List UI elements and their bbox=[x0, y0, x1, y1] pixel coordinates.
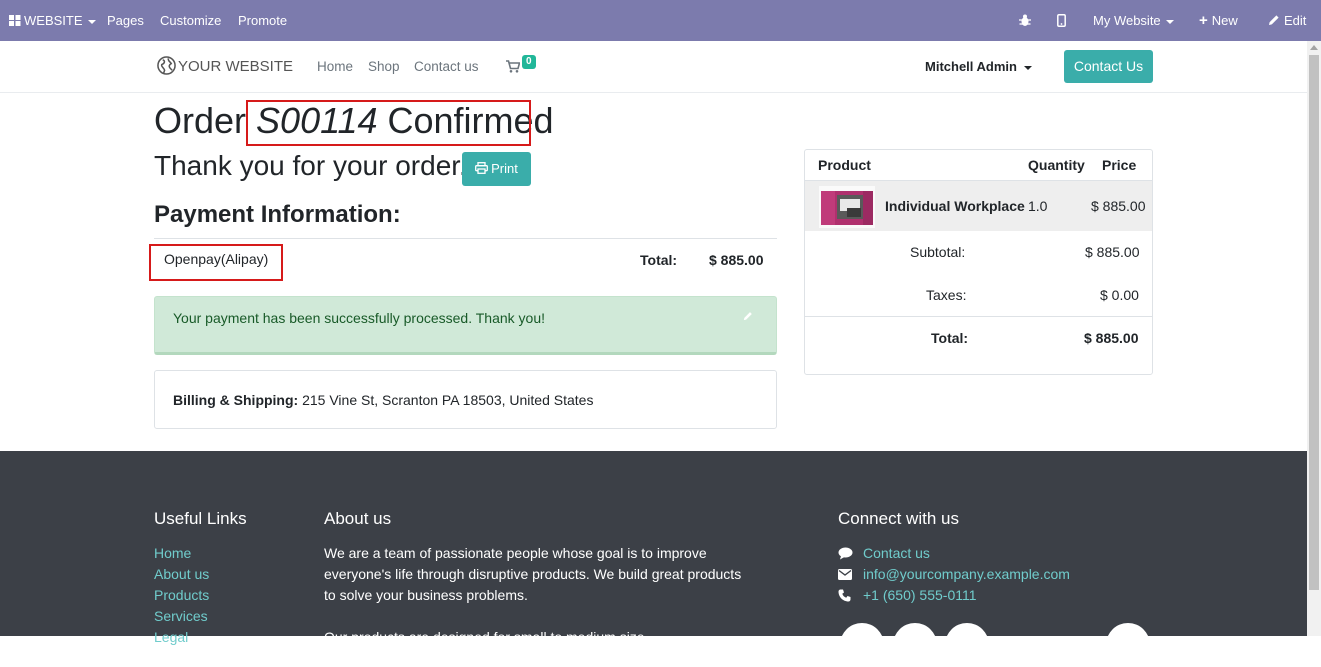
website-switcher[interactable]: My Website bbox=[1093, 0, 1174, 41]
chevron-down-icon bbox=[1165, 19, 1174, 24]
menu-pages[interactable]: Pages bbox=[107, 0, 144, 41]
website-switcher-label: My Website bbox=[1093, 13, 1161, 28]
envelope-icon bbox=[838, 564, 854, 585]
product-name[interactable]: Individual Workplace bbox=[885, 197, 1025, 215]
product-quantity: 1.0 bbox=[1028, 198, 1048, 214]
billing-shipping-text: Billing & Shipping: 215 Vine St, Scranto… bbox=[173, 390, 593, 410]
billing-shipping-address: 215 Vine St, Scranton PA 18503, United S… bbox=[302, 392, 594, 408]
column-header-product: Product bbox=[818, 157, 871, 173]
taxes-value: $ 0.00 bbox=[1100, 287, 1139, 303]
social-facebook-icon[interactable] bbox=[840, 623, 884, 667]
payment-total-value: $ 885.00 bbox=[709, 252, 764, 268]
about-us-text: We are a team of passionate people whose… bbox=[324, 545, 742, 603]
globe-icon bbox=[157, 56, 176, 75]
highlight-box-order-number bbox=[246, 100, 531, 146]
footer: Useful Links Home About us Products Serv… bbox=[0, 451, 1307, 667]
order-summary-card: Product Quantity Price Individual Workpl… bbox=[804, 149, 1153, 375]
footer-contact-link[interactable]: Contact us bbox=[863, 543, 930, 564]
new-button-label: New bbox=[1211, 13, 1238, 28]
logo-text: YOUR WEBSITE bbox=[178, 58, 294, 75]
menu-customize[interactable]: Customize bbox=[160, 0, 221, 41]
pencil-icon[interactable] bbox=[743, 311, 753, 321]
apps-menu-button[interactable]: WEBSITE bbox=[9, 0, 96, 41]
footer-link-services[interactable]: Services bbox=[154, 606, 208, 627]
print-icon bbox=[475, 162, 489, 174]
taxes-label: Taxes: bbox=[926, 287, 967, 303]
bug-icon bbox=[1019, 14, 1031, 26]
nav-contact-us[interactable]: Contact us bbox=[414, 41, 479, 93]
social-linkedin-icon[interactable] bbox=[945, 623, 989, 667]
apps-menu-label: WEBSITE bbox=[24, 13, 83, 28]
site-logo[interactable]: YOUR WEBSITE bbox=[157, 56, 293, 78]
print-button-label: Print bbox=[491, 161, 518, 176]
social-twitter-icon[interactable] bbox=[893, 623, 937, 667]
summary-total-value: $ 885.00 bbox=[1084, 330, 1139, 346]
cart-count-badge: 0 bbox=[522, 55, 536, 69]
product-price: $ 885.00 bbox=[1091, 198, 1146, 214]
column-header-price: Price bbox=[1102, 157, 1137, 173]
order-line-row: Individual Workplace 1.0 $ 885.00 bbox=[805, 180, 1152, 231]
billing-shipping-label: Billing & Shipping: bbox=[173, 392, 299, 408]
chevron-down-icon bbox=[87, 19, 96, 24]
mobile-preview-button[interactable] bbox=[1057, 0, 1066, 41]
new-button[interactable]: + New bbox=[1199, 0, 1238, 41]
product-thumbnail[interactable] bbox=[819, 186, 875, 228]
footer-email-link[interactable]: info@yourcompany.example.com bbox=[863, 564, 1070, 585]
user-name: Mitchell Admin bbox=[925, 59, 1017, 74]
cart-icon bbox=[506, 60, 521, 73]
user-menu[interactable]: Mitchell Admin bbox=[925, 41, 1032, 93]
useful-links-title: Useful Links bbox=[154, 509, 247, 528]
nav-home[interactable]: Home bbox=[317, 41, 353, 93]
payment-success-alert: Your payment has been successfully proce… bbox=[154, 296, 777, 355]
billing-shipping-card: Billing & Shipping: 215 Vine St, Scranto… bbox=[154, 370, 777, 429]
summary-total-label: Total: bbox=[931, 330, 969, 346]
edit-button[interactable]: Edit bbox=[1268, 0, 1306, 41]
order-title-prefix: Order bbox=[154, 100, 247, 141]
website-header: YOUR WEBSITE Home Shop Contact us 0 Mitc… bbox=[0, 41, 1307, 93]
highlight-box-payment-method bbox=[149, 244, 283, 281]
edit-button-label: Edit bbox=[1284, 13, 1307, 28]
payment-information-heading: Payment Information: bbox=[154, 201, 401, 228]
footer-phone-link[interactable]: +1 (650) 555-0111 bbox=[863, 585, 977, 606]
scrollbar-thumb[interactable] bbox=[1309, 55, 1319, 590]
contact-us-button[interactable]: Contact Us bbox=[1064, 50, 1153, 83]
about-us-text-2: Our products are designed for small to m… bbox=[324, 629, 645, 645]
thank-you-heading: Thank you for your order. bbox=[154, 150, 467, 181]
nav-shop[interactable]: Shop bbox=[368, 41, 400, 93]
plus-icon: + bbox=[1199, 12, 1208, 29]
about-us-title: About us bbox=[324, 509, 392, 528]
divider bbox=[154, 238, 777, 239]
menu-promote[interactable]: Promote bbox=[238, 0, 287, 41]
scroll-up-icon[interactable] bbox=[1310, 45, 1318, 50]
subtotal-label: Subtotal: bbox=[910, 244, 966, 260]
apps-grid-icon bbox=[9, 15, 21, 26]
footer-link-about-us[interactable]: About us bbox=[154, 564, 209, 585]
admin-bar: WEBSITE Pages Customize Promote My Websi… bbox=[0, 0, 1321, 41]
product-image bbox=[821, 191, 873, 225]
print-button[interactable]: Print bbox=[462, 152, 531, 186]
subtotal-value: $ 885.00 bbox=[1085, 244, 1140, 260]
phone-icon bbox=[838, 585, 854, 606]
chevron-down-icon bbox=[1023, 65, 1032, 70]
debug-button[interactable] bbox=[1019, 0, 1031, 41]
payment-success-message: Your payment has been successfully proce… bbox=[173, 310, 545, 326]
cart-link[interactable] bbox=[506, 41, 521, 93]
pencil-icon bbox=[1269, 15, 1279, 25]
payment-total-label: Total: bbox=[640, 252, 678, 268]
footer-link-home[interactable]: Home bbox=[154, 543, 191, 564]
connect-title: Connect with us bbox=[838, 509, 959, 528]
social-home-icon[interactable] bbox=[1106, 623, 1150, 667]
comment-icon bbox=[838, 543, 854, 564]
column-header-quantity: Quantity bbox=[1028, 157, 1085, 173]
footer-link-legal[interactable]: Legal bbox=[154, 627, 188, 648]
page-scrollbar[interactable] bbox=[1307, 41, 1321, 636]
footer-link-products[interactable]: Products bbox=[154, 585, 209, 606]
divider bbox=[805, 316, 1152, 317]
mobile-icon bbox=[1057, 14, 1066, 27]
